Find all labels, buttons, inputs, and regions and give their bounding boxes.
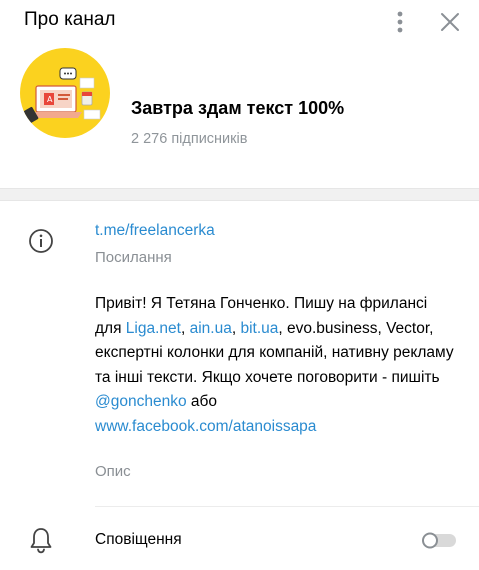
row-separator — [95, 506, 479, 507]
channel-description: Привіт! Я Тетяна Гонченко. Пишу на фрила… — [95, 292, 455, 439]
svg-text:A: A — [47, 95, 53, 104]
link-caption: Посилання — [95, 249, 172, 266]
info-icon — [27, 227, 55, 255]
close-button[interactable] — [436, 8, 464, 36]
notifications-label: Сповіщення — [95, 531, 182, 548]
channel-avatar[interactable]: A — [20, 48, 110, 138]
panel-title: Про канал — [24, 9, 116, 30]
header: Про канал — [0, 0, 479, 44]
section-divider — [0, 188, 479, 201]
channel-link[interactable]: t.me/freelancerka — [95, 222, 215, 240]
bit-link[interactable]: bit.ua — [240, 320, 278, 337]
close-icon — [441, 13, 459, 31]
more-options-button[interactable] — [388, 8, 412, 36]
description-caption: Опис — [95, 463, 131, 480]
liga-link[interactable]: Liga.net — [126, 320, 181, 337]
description-text: , — [180, 319, 190, 337]
subscriber-count: 2 276 підписників — [131, 131, 248, 147]
ain-link[interactable]: ain.ua — [190, 320, 232, 337]
bell-icon — [28, 526, 54, 554]
notifications-toggle[interactable] — [420, 530, 458, 550]
facebook-link[interactable]: www.facebook.com/atanoissapa — [95, 418, 316, 435]
workspace-illustration-icon: A — [23, 67, 101, 124]
more-vertical-icon — [397, 11, 403, 33]
username-link[interactable]: @gonchenko — [95, 393, 187, 410]
description-text: або — [186, 393, 218, 410]
channel-name: Завтра здам текст 100% — [131, 98, 345, 118]
